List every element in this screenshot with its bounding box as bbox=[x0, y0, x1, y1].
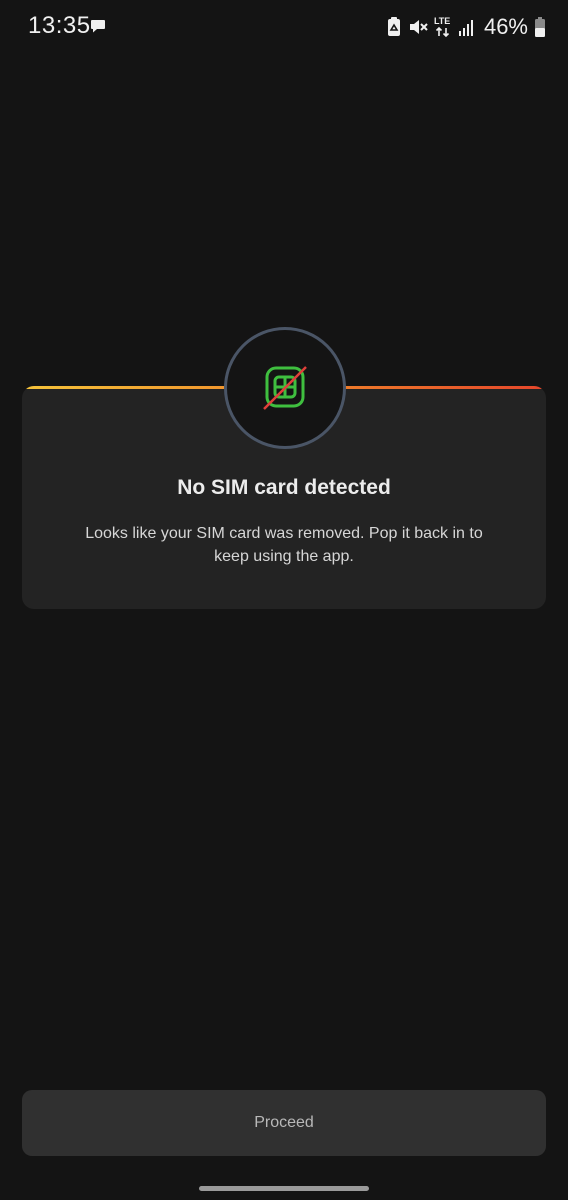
mute-icon bbox=[408, 17, 428, 37]
icon-badge bbox=[224, 327, 346, 449]
no-sim-icon bbox=[263, 366, 307, 410]
proceed-button[interactable]: Proceed bbox=[22, 1090, 546, 1156]
battery-icon bbox=[534, 16, 546, 38]
recycle-icon bbox=[386, 16, 402, 38]
screen: 13:35 LTE 46% No SIM card detected Looks… bbox=[0, 0, 568, 1200]
signal-icon bbox=[458, 17, 476, 37]
lte-icon: LTE bbox=[434, 16, 452, 38]
message-icon bbox=[90, 18, 106, 34]
status-time: 13:35 bbox=[28, 12, 91, 39]
home-indicator[interactable] bbox=[199, 1186, 369, 1191]
status-icons: LTE 46% bbox=[386, 14, 546, 40]
battery-percent: 46% bbox=[483, 14, 528, 39]
status-bar: 13:35 LTE 46% bbox=[0, 0, 568, 54]
dialog-title: No SIM card detected bbox=[177, 476, 391, 499]
dialog-message: Looks like your SIM card was removed. Po… bbox=[85, 525, 483, 565]
